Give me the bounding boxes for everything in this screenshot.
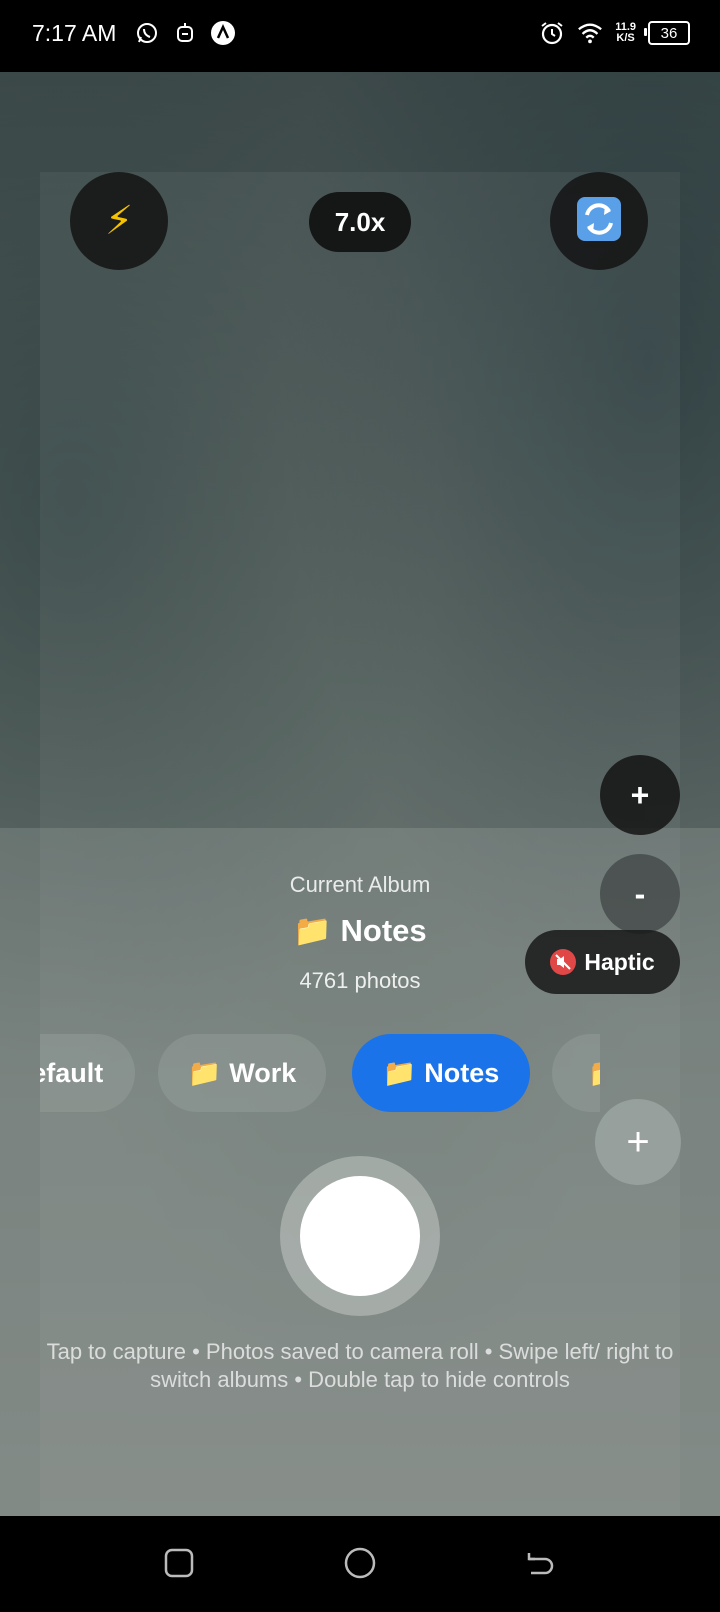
album-chip-label: Notes [424, 1057, 500, 1088]
folder-icon: 📁 [588, 1057, 600, 1089]
camera-viewfinder[interactable]: ⚡ 7.0x + - Haptic Current Album 📁 Notes … [0, 72, 720, 1516]
shutter-button[interactable] [280, 1156, 440, 1316]
zoom-in-button[interactable]: + [600, 755, 680, 835]
current-album-name: 📁 Notes [293, 913, 427, 948]
album-chip-notes[interactable]: 📁 Notes [352, 1034, 530, 1112]
current-album-label: Current Album [289, 872, 431, 897]
flip-camera-button[interactable] [550, 172, 648, 270]
album-photo-count: 4761 photos [299, 968, 421, 993]
alarm-icon [539, 20, 565, 46]
navigation-bar [0, 1516, 720, 1612]
whatsapp-icon [134, 20, 160, 46]
app-icon [210, 20, 236, 46]
album-chip-label: Default [40, 1057, 104, 1088]
shutter-inner [300, 1176, 420, 1296]
album-chip-scroller[interactable]: Default 📁 Work 📁 Notes 📁 [40, 1034, 600, 1114]
album-chip-work[interactable]: 📁 Work [158, 1034, 326, 1112]
network-speed-unit: K/S [616, 32, 635, 44]
add-album-button[interactable]: + [595, 1099, 681, 1185]
back-icon [523, 1547, 555, 1584]
lightning-icon: ⚡ [104, 199, 134, 243]
album-chip-default[interactable]: Default [40, 1034, 135, 1112]
back-button[interactable] [522, 1548, 556, 1582]
status-notification-icons [134, 20, 236, 46]
circle-icon [343, 1546, 377, 1585]
network-speed: 11.9 K/S [615, 22, 636, 44]
usage-hint: Tap to capture • Photos saved to camera … [46, 1339, 674, 1392]
zoom-level-indicator[interactable]: 7.0x [309, 192, 411, 252]
status-system-icons: 11.9 K/S 36 [539, 20, 690, 46]
album-chip-label: Work [229, 1057, 297, 1088]
camera-flip-icon [575, 195, 623, 248]
robot-icon [172, 20, 198, 46]
wifi-icon [577, 20, 603, 46]
folder-icon: 📁 [187, 1058, 222, 1088]
flash-button[interactable]: ⚡ [70, 172, 168, 270]
album-chip-next[interactable]: 📁 [552, 1034, 600, 1112]
home-button[interactable] [343, 1546, 377, 1585]
folder-icon: 📁 [382, 1058, 417, 1088]
status-time: 7:17 AM [32, 20, 117, 46]
square-icon [163, 1547, 195, 1584]
status-bar: 7:17 AM 11.9 K/S 36 [0, 0, 720, 72]
battery-indicator: 36 [644, 21, 690, 45]
recents-button[interactable] [162, 1548, 196, 1582]
